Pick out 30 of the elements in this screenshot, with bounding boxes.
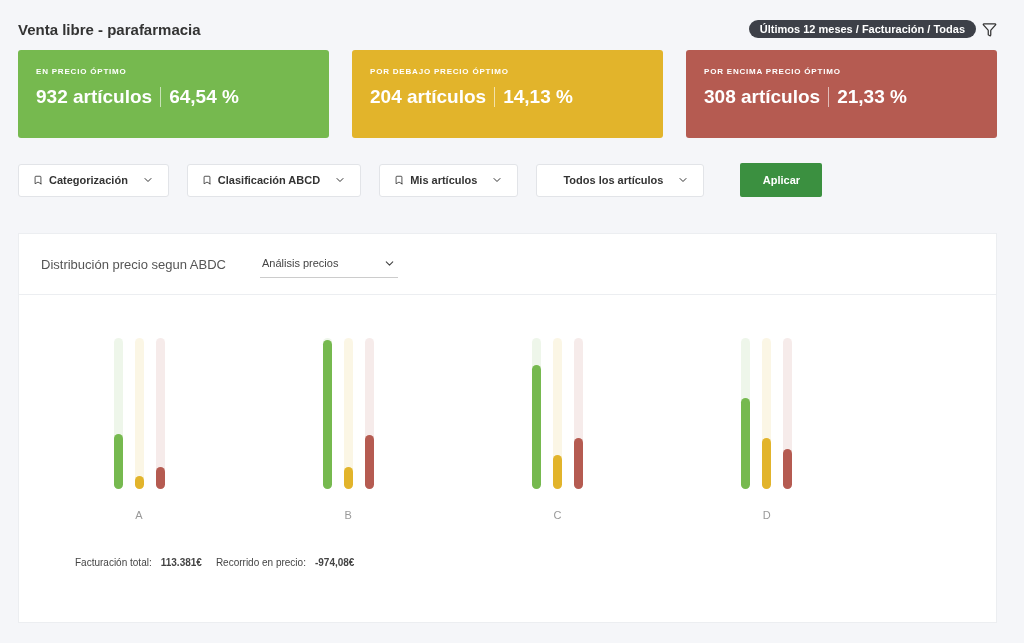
category-label: D xyxy=(762,509,771,521)
total-value: 113.381€ xyxy=(160,557,202,568)
page-title: Venta libre - parafarmacia xyxy=(18,20,201,38)
percentage: 21,33 % xyxy=(837,86,907,108)
filter-dropdown[interactable]: Mis artículos xyxy=(379,163,519,197)
article-count: 932 artículos xyxy=(36,86,153,108)
filter-dropdown[interactable]: Categorización xyxy=(18,163,169,197)
card-label: POR DEBAJO PRECIO ÓPTIMO xyxy=(370,67,510,76)
apply-button[interactable]: Aplicar xyxy=(740,163,823,197)
percentage: 14,13 % xyxy=(503,86,573,108)
filter-dropdown[interactable]: Clasificación ABCD xyxy=(186,163,362,197)
total-value: -974,08€ xyxy=(314,557,355,568)
panel-title: Distribución precio segun ABDC xyxy=(41,256,226,272)
total-label: Recorrido en precio: xyxy=(215,557,306,568)
bookmark-icon xyxy=(394,175,405,185)
category-label: A xyxy=(135,509,143,521)
card-label: POR ENCIMA PRECIO ÓPTIMO xyxy=(704,67,842,76)
article-count: 308 artículos xyxy=(704,86,821,108)
total-label: Facturación total: xyxy=(75,557,152,568)
percentage: 64,54 % xyxy=(169,86,239,108)
bookmark-icon xyxy=(33,175,43,185)
category-label: B xyxy=(344,509,352,521)
bookmark-icon xyxy=(201,175,212,185)
analysis-select[interactable]: Análisis precios xyxy=(260,250,398,278)
period-filter-badge[interactable]: Últimos 12 meses / Facturación / Todas xyxy=(748,20,976,38)
filter-dropdown[interactable]: Todos los artículos xyxy=(536,163,705,197)
article-count: 204 artículos xyxy=(370,86,487,108)
category-label: C xyxy=(553,509,562,521)
filter-icon[interactable] xyxy=(982,21,997,37)
card-label: EN PRECIO ÓPTIMO xyxy=(36,67,128,76)
